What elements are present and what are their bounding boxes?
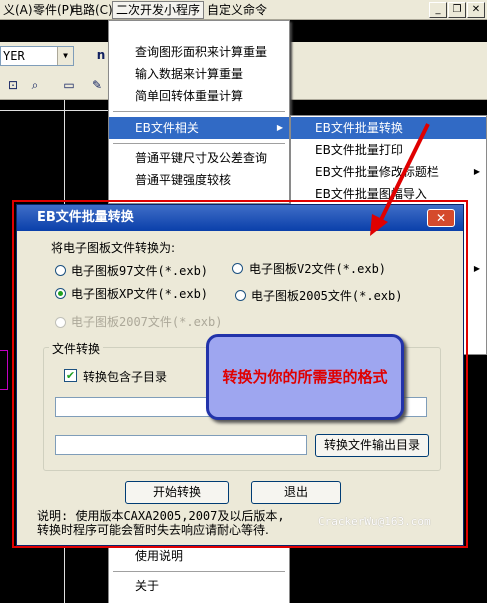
radio-2005-label[interactable]: 电子图板2005文件(*.exb)	[251, 287, 402, 304]
measure-icon[interactable]: ▭	[60, 76, 78, 94]
radio-v97[interactable]	[55, 265, 66, 276]
radio-xp-label[interactable]: 电子图板XP文件(*.exb)	[71, 285, 208, 302]
snap-icon[interactable]: ⊡	[4, 76, 22, 94]
dropdown-item-key-strength[interactable]: 普通平键强度较核	[109, 169, 289, 191]
radio-xp[interactable]	[55, 288, 66, 299]
menu-bar: 义(A) 零件(P) 电路(C) 二次开发小程序 自定义命令 _ ❐ ✕	[0, 0, 487, 20]
radio-2007-label: 电子图板2007文件(*.exb)	[71, 315, 223, 329]
output-dir-button[interactable]: 转换文件输出目录	[315, 434, 429, 457]
window-controls: _ ❐ ✕	[427, 0, 487, 20]
chevron-down-icon[interactable]: ▼	[57, 47, 73, 65]
secondary-dev-dropdown-lower: 使用说明 关于	[108, 541, 290, 603]
layer-combo[interactable]: YER ▼	[0, 46, 74, 66]
dropdown-separator	[113, 571, 285, 572]
close-window-icon[interactable]: ✕	[467, 2, 485, 18]
dropdown-item-input-weight[interactable]: 输入数据来计算重量	[109, 63, 289, 85]
dropdown-item-area-weight[interactable]: 查询图形面积来计算重量	[109, 41, 289, 63]
dropdown-item-about[interactable]: 关于	[109, 575, 289, 597]
radio-v2-label[interactable]: 电子图板V2文件(*.exb)	[249, 260, 386, 277]
include-subdirs-label[interactable]: 转换包含子目录	[83, 368, 167, 385]
canvas-magenta-mark	[0, 350, 8, 390]
file-convert-group-label: 文件转换	[49, 340, 104, 357]
callout-text: 转换为你的所需要的格式	[222, 368, 388, 386]
dropdown-separator	[113, 143, 285, 144]
zoom-icon[interactable]: ⌕	[26, 76, 44, 94]
menu-item-circuit[interactable]: 电路(C)	[68, 2, 116, 18]
canvas-guide-horizontal	[0, 110, 108, 111]
radio-v2[interactable]	[232, 263, 243, 274]
pointer-arrow-icon	[370, 123, 430, 236]
note-line-2: 转换时程序可能会暂时失去响应请耐心等待.	[37, 523, 269, 537]
dropdown-item-key-query[interactable]: 普通平键尺寸及公差查询	[109, 147, 289, 169]
callout-box: 转换为你的所需要的格式	[206, 334, 404, 420]
radio-v97-label[interactable]: 电子图板97文件(*.exb)	[71, 262, 208, 279]
submenu-arrow-icon: ▶	[473, 167, 480, 176]
restore-icon[interactable]: ❐	[448, 2, 466, 18]
dropdown-separator	[113, 111, 285, 112]
exit-button[interactable]: 退出	[251, 481, 341, 504]
secondary-dev-dropdown: 查询图形面积来计算重量 输入数据来计算重量 简单回转体重量计算 EB文件相关 ▶ …	[108, 20, 290, 204]
minimize-icon[interactable]: _	[429, 2, 447, 18]
start-convert-button[interactable]: 开始转换	[125, 481, 229, 504]
pencil-icon[interactable]: ✎	[88, 76, 106, 94]
radio-2007	[55, 317, 66, 328]
output-path-field[interactable]	[55, 435, 307, 455]
layer-value: YER	[3, 49, 25, 63]
radio-2005[interactable]	[235, 290, 246, 301]
submenu-arrow-icon: ▶	[473, 264, 480, 273]
convert-to-label: 将电子图板文件转换为:	[51, 241, 176, 255]
dropdown-item-revolve-weight[interactable]: 简单回转体重量计算	[109, 85, 289, 107]
watermark: CrackerWu@163.com	[318, 515, 431, 528]
menu-item-secondary-dev[interactable]: 二次开发小程序	[112, 1, 205, 19]
dropdown-item-eb-files[interactable]: EB文件相关 ▶	[109, 117, 289, 139]
dropdown-item-usage[interactable]: 使用说明	[109, 545, 289, 567]
dialog-title: EB文件批量转换	[37, 210, 134, 225]
menu-item-custom-commands[interactable]: 自定义命令	[204, 2, 270, 18]
submenu-arrow-icon: ▶	[276, 123, 283, 132]
include-subdirs-checkbox[interactable]: ✔	[64, 369, 77, 382]
